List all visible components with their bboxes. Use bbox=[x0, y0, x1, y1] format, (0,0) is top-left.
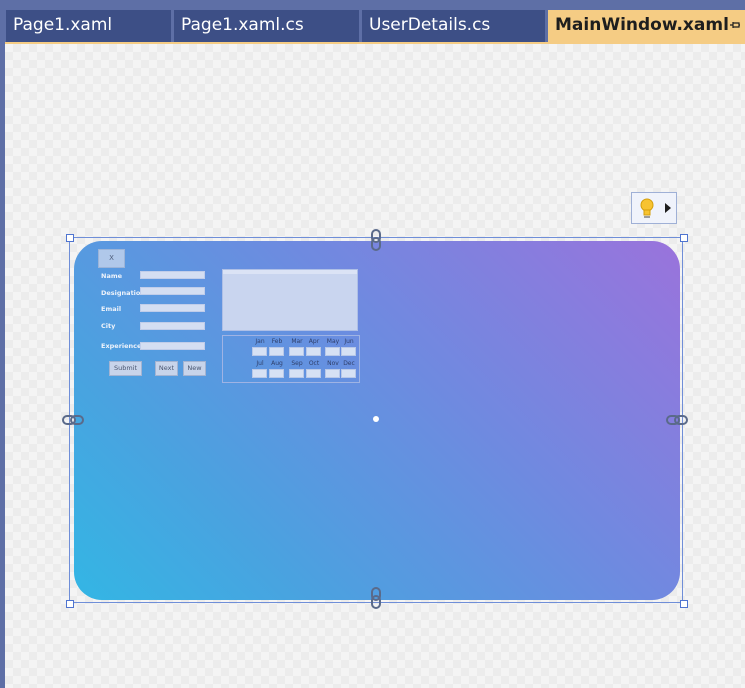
resize-handle-top-right[interactable] bbox=[680, 234, 688, 242]
tab-userdetails-cs[interactable]: UserDetails.cs bbox=[362, 10, 545, 42]
next-button[interactable]: Next bbox=[155, 361, 178, 376]
month-box-mar[interactable] bbox=[289, 347, 304, 356]
month-label-dec: Dec bbox=[343, 360, 355, 367]
field-label-email: Email bbox=[101, 305, 122, 313]
tab-mainwindow-xaml[interactable]: MainWindow.xaml bbox=[548, 10, 745, 42]
tab-page1-xaml[interactable]: Page1.xaml bbox=[6, 10, 171, 42]
month-label-jan: Jan bbox=[255, 338, 265, 345]
pin-icon[interactable] bbox=[729, 19, 741, 31]
field-label-designation: Designation bbox=[101, 289, 145, 297]
details-list-box[interactable] bbox=[222, 269, 358, 331]
new-button[interactable]: New bbox=[183, 361, 206, 376]
month-label-feb: Feb bbox=[271, 338, 283, 345]
triangle-right-icon bbox=[665, 203, 671, 213]
submit-button[interactable]: Submit bbox=[109, 361, 142, 376]
name-field[interactable] bbox=[140, 271, 205, 279]
month-box-may[interactable] bbox=[325, 347, 340, 356]
month-box-aug[interactable] bbox=[269, 369, 284, 378]
link-icon[interactable] bbox=[369, 587, 383, 609]
field-label-experience: Experience bbox=[101, 342, 142, 350]
tab-label: MainWindow.xaml bbox=[555, 15, 729, 35]
month-box-jun[interactable] bbox=[341, 347, 356, 356]
month-box-oct[interactable] bbox=[306, 369, 321, 378]
month-box-jan[interactable] bbox=[252, 347, 267, 356]
link-icon[interactable] bbox=[666, 413, 688, 427]
month-box-jul[interactable] bbox=[252, 369, 267, 378]
designation-field[interactable] bbox=[140, 287, 205, 295]
resize-handle-top-left[interactable] bbox=[66, 234, 74, 242]
lightbulb-icon bbox=[640, 198, 654, 218]
month-label-apr: Apr bbox=[308, 338, 320, 345]
close-button[interactable]: X bbox=[98, 249, 125, 268]
main-window-preview[interactable]: X Name Designation Email City Experience… bbox=[74, 241, 680, 600]
experience-field[interactable] bbox=[140, 342, 205, 350]
resize-handle-bottom-right[interactable] bbox=[680, 600, 688, 608]
month-label-sep: Sep bbox=[291, 360, 303, 367]
document-tab-bar: Page1.xaml Page1.xaml.cs UserDetails.cs … bbox=[0, 0, 745, 44]
month-box-dec[interactable] bbox=[341, 369, 356, 378]
month-box-feb[interactable] bbox=[269, 347, 284, 356]
center-point-marker bbox=[373, 416, 379, 422]
tab-label: Page1.xaml.cs bbox=[181, 15, 304, 35]
month-label-may: May bbox=[326, 338, 340, 345]
city-field[interactable] bbox=[140, 322, 205, 330]
field-label-name: Name bbox=[101, 272, 123, 280]
field-label-city: City bbox=[101, 322, 116, 330]
email-field[interactable] bbox=[140, 304, 205, 312]
link-icon[interactable] bbox=[369, 229, 383, 251]
month-label-aug: Aug bbox=[271, 360, 283, 367]
tab-page1-xaml-cs[interactable]: Page1.xaml.cs bbox=[174, 10, 359, 42]
month-picker: Jan Feb Mar Apr May Jun Jul Aug Sep Oct … bbox=[222, 335, 360, 383]
quick-actions-button[interactable] bbox=[631, 192, 677, 224]
month-box-apr[interactable] bbox=[306, 347, 321, 356]
tab-label: UserDetails.cs bbox=[369, 15, 491, 35]
list-box-header bbox=[223, 270, 357, 274]
month-label-jun: Jun bbox=[344, 338, 354, 345]
month-box-nov[interactable] bbox=[325, 369, 340, 378]
month-box-sep[interactable] bbox=[289, 369, 304, 378]
tab-label: Page1.xaml bbox=[13, 15, 113, 35]
month-label-jul: Jul bbox=[256, 360, 264, 367]
month-label-mar: Mar bbox=[291, 338, 303, 345]
month-label-oct: Oct bbox=[308, 360, 320, 367]
month-label-nov: Nov bbox=[327, 360, 339, 367]
link-icon[interactable] bbox=[62, 413, 84, 427]
resize-handle-bottom-left[interactable] bbox=[66, 600, 74, 608]
